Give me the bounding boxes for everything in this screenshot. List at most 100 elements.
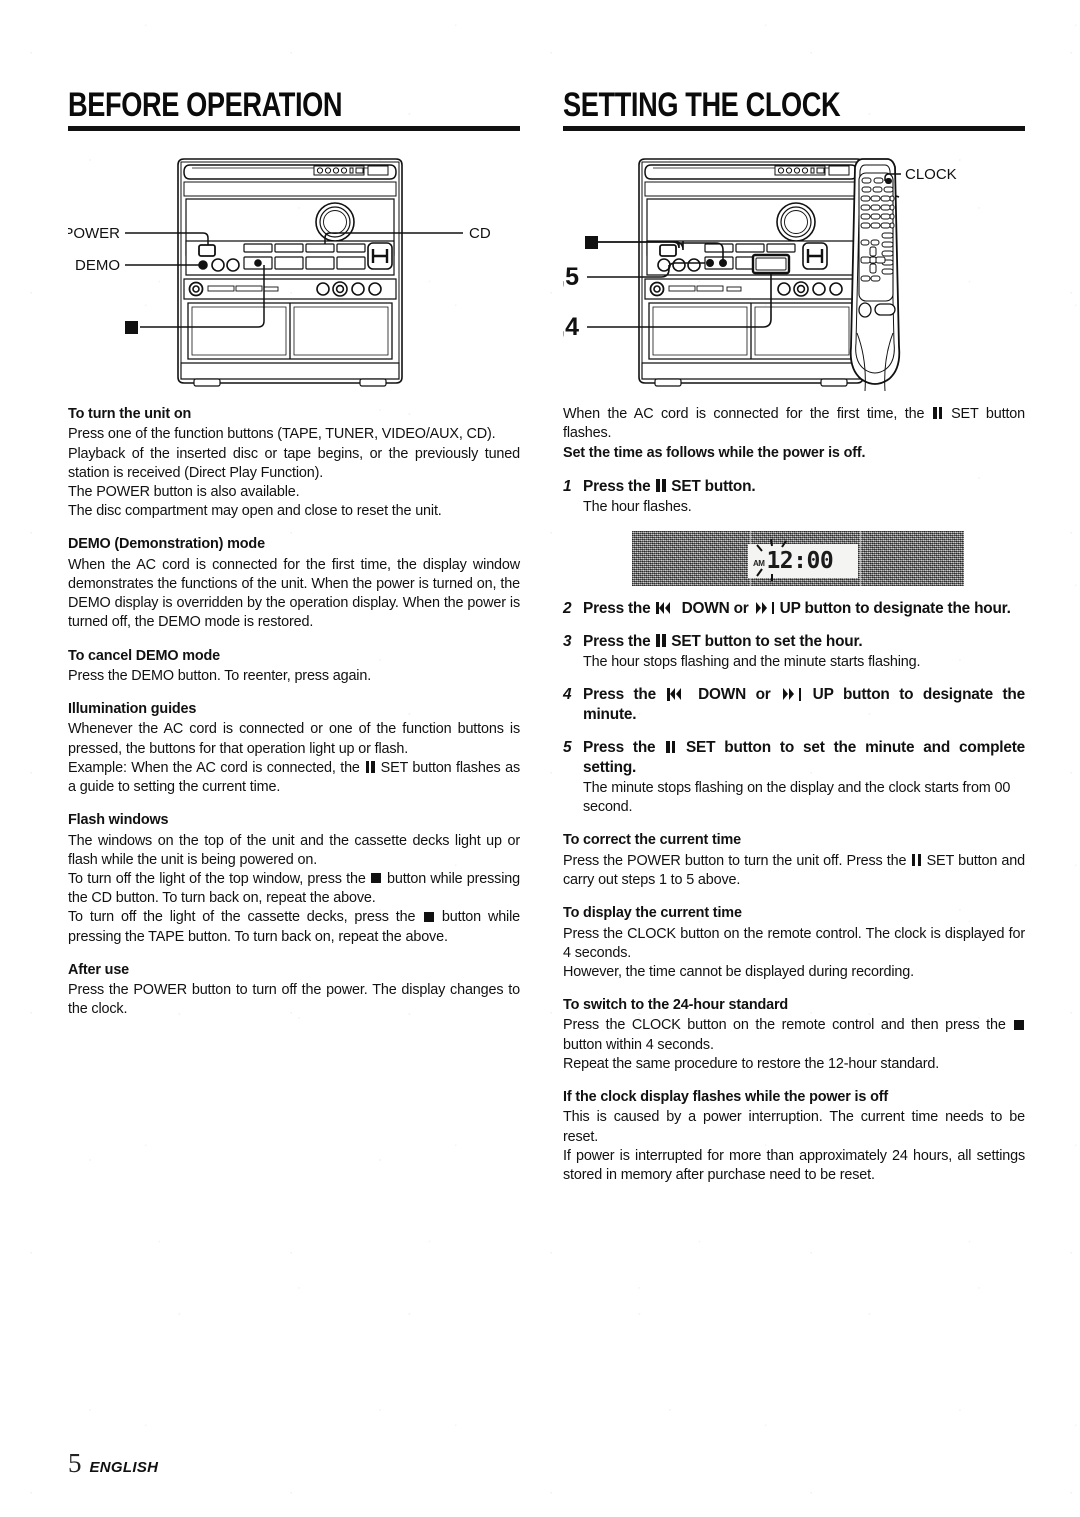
page-footer: 5 ENGLISH bbox=[68, 1450, 158, 1477]
stereo-cabinet bbox=[638, 158, 864, 387]
skip-back-icon bbox=[667, 688, 686, 701]
label-power: POWER bbox=[68, 225, 120, 242]
para-after-use: Press the POWER button to turn off the p… bbox=[68, 982, 520, 1018]
para-turn-on-2: Playback of the inserted disc or tape be… bbox=[68, 445, 520, 481]
skip-back-icon bbox=[656, 602, 675, 615]
heading-flash-windows: Flash windows bbox=[68, 812, 169, 829]
power-button bbox=[198, 244, 216, 257]
pause-icon bbox=[656, 479, 666, 492]
step-2-text: Press the DOWN or UP button to designate… bbox=[583, 599, 1025, 619]
stereo-cabinet bbox=[177, 158, 403, 387]
step-2: 2 Press the DOWN or UP button to designa… bbox=[563, 599, 1025, 619]
step-4-part-b: DOWN or bbox=[688, 686, 781, 704]
lcd-display-figure: AM 12:00 bbox=[563, 530, 1025, 586]
step-2-number: 2 bbox=[563, 599, 572, 617]
function-button-bank bbox=[704, 243, 796, 275]
left-column: BEFORE OPERATION POWER DEMO CD To turn t… bbox=[68, 88, 520, 1020]
label-cd: CD bbox=[469, 225, 491, 242]
step-1-number: 1 bbox=[563, 477, 572, 495]
step-4-text: Press the DOWN or UP button to designate… bbox=[583, 685, 1025, 725]
flash-indicator-icon bbox=[756, 538, 787, 581]
jog-pad bbox=[367, 242, 393, 270]
para-demo-mode: When the AC cord is connected for the fi… bbox=[68, 556, 520, 631]
stop-icon bbox=[1013, 1019, 1024, 1030]
heading-correct-current-time: To correct the current time bbox=[563, 832, 742, 849]
heading-illumination-guides: Illumination guides bbox=[68, 701, 197, 718]
para-flashes-2: If power is interrupted for more than ap… bbox=[563, 1147, 1025, 1184]
step-1-part-b: SET button. bbox=[667, 477, 756, 495]
step-3-number: 3 bbox=[563, 632, 572, 650]
pause-icon bbox=[912, 853, 921, 866]
flash3-prefix: To turn off the light of the cassette de… bbox=[68, 909, 423, 926]
step-1-note: The hour flashes. bbox=[583, 498, 692, 515]
step-5: 5 Press the SET button to set the minute… bbox=[563, 738, 1025, 778]
para-24h-2: Repeat the same procedure to restore the… bbox=[563, 1055, 940, 1072]
step-5-note: The minute stops flashing on the display… bbox=[583, 780, 1011, 816]
manual-page: BEFORE OPERATION POWER DEMO CD To turn t… bbox=[0, 0, 1080, 1517]
pause-icon bbox=[365, 761, 375, 773]
page-number: 5 bbox=[68, 1448, 82, 1478]
remote-control bbox=[849, 158, 901, 392]
step-1: 1 Press the SET button. bbox=[563, 477, 1025, 497]
label-steps-135: 1,3,5 bbox=[563, 263, 579, 291]
step-3-text: Press the SET button to set the hour. bbox=[583, 632, 1025, 652]
para-display-time-1: Press the CLOCK button on the remote con… bbox=[563, 925, 1025, 961]
set-dot bbox=[706, 258, 715, 267]
pause-icon bbox=[933, 407, 943, 419]
label-clock: CLOCK bbox=[905, 166, 957, 183]
left-section-heading: BEFORE OPERATION bbox=[68, 86, 343, 124]
para-display-time-2: However, the time cannot be displayed du… bbox=[563, 963, 914, 980]
right-section-heading: SETTING THE CLOCK bbox=[563, 86, 841, 124]
stop-square-callout bbox=[585, 236, 598, 249]
step-3-part-a: Press the bbox=[583, 632, 655, 650]
illum-prefix: Example: When the AC cord is connected, … bbox=[68, 759, 365, 776]
step-5-part-a: Press the bbox=[583, 739, 665, 757]
intro-prefix: When the AC cord is connected for the fi… bbox=[563, 406, 932, 422]
para-illumination-2: Example: When the AC cord is connected, … bbox=[68, 759, 520, 797]
para-24h-1: Press the CLOCK button on the remote con… bbox=[563, 1016, 1025, 1054]
pause-icon bbox=[665, 740, 676, 754]
h24-suffix: button within 4 seconds. bbox=[563, 1036, 714, 1053]
heading-demo-mode: DEMO (Demonstration) mode bbox=[68, 536, 265, 553]
para-intro: When the AC cord is connected for the fi… bbox=[563, 405, 1025, 443]
heading-24-hour-standard: To switch to the 24-hour standard bbox=[563, 997, 789, 1014]
para-flashes-1: This is caused by a power interruption. … bbox=[563, 1109, 1025, 1145]
top-indicator-row bbox=[774, 165, 850, 176]
right-figure-stereo-and-remote: 1,3,5 2,4 bbox=[563, 137, 1025, 405]
display-window: AM 12:00 bbox=[632, 530, 964, 586]
heading-set-time-instruction: Set the time as follows while the power … bbox=[563, 445, 866, 462]
stop-icon bbox=[371, 873, 382, 884]
label-steps-24: 2,4 bbox=[563, 313, 579, 341]
step-1-part-a: Press the bbox=[583, 477, 655, 495]
para-turn-on-4: The disc compartment may open and close … bbox=[68, 503, 442, 520]
step-2-part-b: DOWN or bbox=[677, 599, 753, 617]
skip-forward-icon bbox=[755, 602, 774, 615]
step-3: 3 Press the SET button to set the hour. bbox=[563, 632, 1025, 652]
step-5-number: 5 bbox=[563, 739, 572, 757]
step-4-number: 4 bbox=[563, 686, 572, 704]
top-indicator-row bbox=[313, 165, 389, 176]
language-label: ENGLISH bbox=[89, 1459, 159, 1476]
step-3-note: The hour stops flashing and the minute s… bbox=[583, 653, 921, 670]
left-heading-rule bbox=[68, 126, 520, 131]
step-4: 4 Press the DOWN or UP button to designa… bbox=[563, 685, 1025, 725]
para-correct-time: Press the POWER button to turn the unit … bbox=[563, 852, 1025, 890]
heading-display-current-time: To display the current time bbox=[563, 905, 742, 922]
pause-icon bbox=[656, 634, 666, 647]
right-heading-rule bbox=[563, 126, 1025, 131]
step-5-text: Press the SET button to set the minute a… bbox=[583, 738, 1025, 778]
step-3-part-b: SET button to set the hour. bbox=[667, 632, 863, 650]
step-1-text: Press the SET button. bbox=[583, 477, 1025, 497]
stop-square-callout bbox=[125, 321, 138, 334]
correct-prefix: Press the POWER button to turn the unit … bbox=[563, 852, 911, 869]
step-2-part-a: Press the bbox=[583, 599, 655, 617]
step-4-part-a: Press the bbox=[583, 686, 666, 704]
para-illumination-1: Whenever the AC cord is connected or one… bbox=[68, 721, 520, 757]
para-flash-3: To turn off the light of the cassette de… bbox=[68, 908, 520, 946]
label-demo: DEMO bbox=[75, 257, 120, 274]
heading-clock-flashes: If the clock display flashes while the p… bbox=[563, 1089, 889, 1106]
step-2-part-c: UP button to designate the hour. bbox=[775, 599, 1011, 617]
flash2-prefix: To turn off the light of the top window,… bbox=[68, 870, 371, 887]
para-turn-on-3: The POWER button is also available. bbox=[68, 483, 300, 500]
para-cancel-demo: Press the DEMO button. To reenter, press… bbox=[68, 667, 372, 684]
